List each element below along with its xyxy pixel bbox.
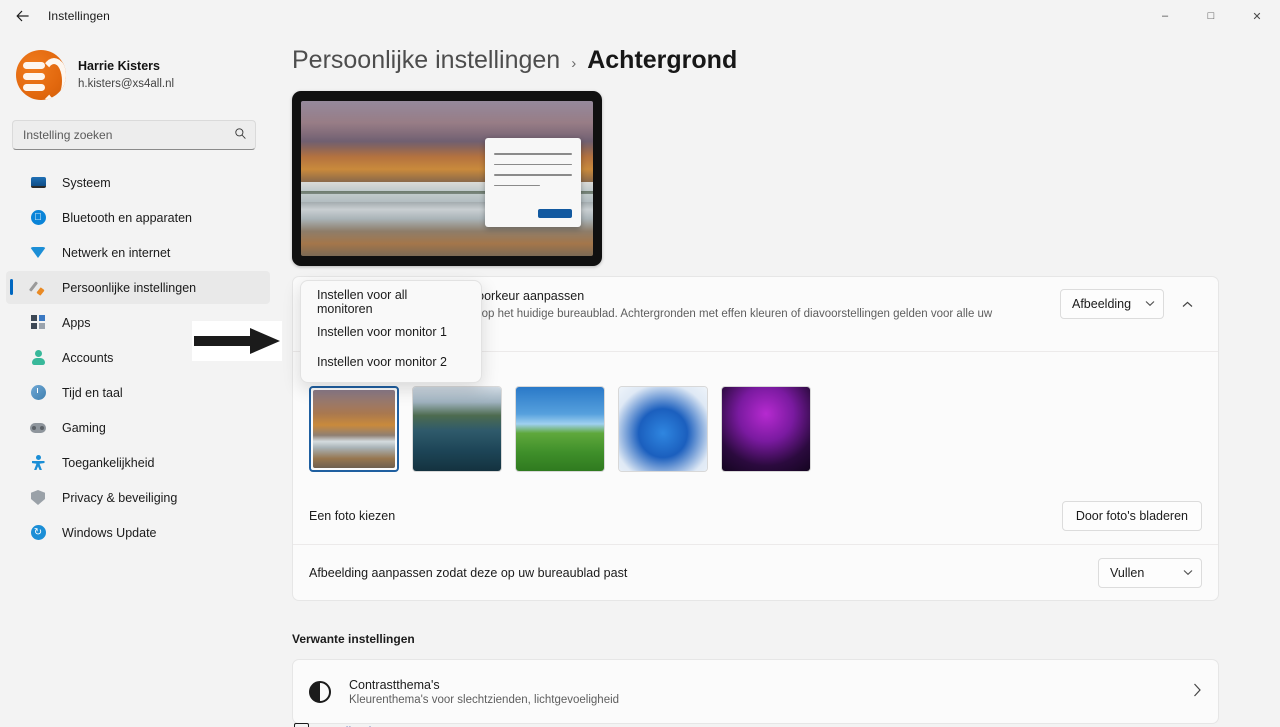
minimize-button[interactable]: –: [1142, 0, 1188, 32]
maximize-button[interactable]: □: [1188, 0, 1234, 32]
breadcrumb-parent[interactable]: Persoonlijke instellingen: [292, 46, 560, 75]
sidebar-item-label: Systeem: [62, 175, 111, 190]
breadcrumb: Persoonlijke instellingen › Achtergrond: [276, 32, 1280, 75]
recent-images-list: [293, 386, 1218, 488]
sidebar-item-privacy-beveiliging[interactable]: Privacy & beveiliging: [6, 481, 270, 514]
close-button[interactable]: ✕: [1234, 0, 1280, 32]
monitor-target-context-menu: Instellen voor all monitoren Instellen v…: [300, 280, 482, 383]
sidebar-item-label: Accounts: [62, 350, 114, 365]
chevron-up-icon: [1182, 301, 1192, 307]
sidebar-item-label: Apps: [62, 315, 91, 330]
chevron-down-icon: [1145, 299, 1155, 309]
sidebar: Harrie Kisters h.kisters@xs4all.nl Syste…: [0, 32, 276, 727]
wallpaper-thumb-windows11-bloom[interactable]: [618, 386, 708, 473]
back-arrow-icon: [16, 10, 29, 22]
shield-icon: [28, 488, 48, 508]
expand-collapse-button[interactable]: [1172, 289, 1202, 319]
wallpaper-thumb-green-hills[interactable]: [515, 386, 605, 473]
sidebar-item-bluetooth[interactable]:  Bluetooth en apparaten: [6, 201, 270, 234]
sidebar-item-label: Privacy & beveiliging: [62, 490, 178, 505]
paintbrush-icon: [28, 278, 48, 298]
page-title: Achtergrond: [587, 46, 738, 74]
wallpaper-thumb-autumn-lake[interactable]: [309, 386, 399, 473]
avatar: [16, 50, 66, 100]
sidebar-item-label: Toegankelijkheid: [62, 455, 155, 470]
image-fit-combobox[interactable]: Vullen: [1098, 557, 1202, 588]
feedback-person-icon: [290, 723, 309, 727]
sidebar-item-gaming[interactable]: Gaming: [6, 411, 270, 444]
preview-dialog-mock: [485, 138, 581, 227]
background-type-combobox[interactable]: Afbeelding: [1060, 289, 1164, 319]
monitor-icon: [28, 173, 48, 193]
contrast-themes-row[interactable]: Contrastthema's Kleurenthema's voor slec…: [292, 659, 1219, 724]
image-fit-value: Vullen: [1110, 565, 1145, 580]
desktop-wallpaper-preview: [292, 91, 602, 266]
menu-item-all-monitors[interactable]: Instellen voor all monitoren: [305, 287, 477, 316]
browse-photos-button[interactable]: Door foto's bladeren: [1061, 501, 1202, 532]
app-title: Instellingen: [48, 9, 110, 23]
contrast-circle-icon: [309, 680, 331, 703]
sidebar-item-persoonlijke-instellingen[interactable]: Persoonlijke instellingen: [6, 271, 270, 304]
title-bar: Instellingen – □ ✕: [0, 0, 1280, 32]
sidebar-item-label: Netwerk en internet: [62, 245, 171, 260]
breadcrumb-separator-icon: ›: [571, 55, 577, 72]
gamepad-icon: [28, 418, 48, 438]
background-type-value: Afbeelding: [1072, 297, 1132, 311]
preview-container: [292, 91, 1280, 266]
menu-item-monitor-1[interactable]: Instellen voor monitor 1: [305, 317, 477, 346]
settings-window: Instellingen – □ ✕ Harrie Kisters h.kist…: [0, 0, 1280, 727]
person-icon: [28, 348, 48, 368]
sidebar-item-tijd-en-taal[interactable]: Tijd en taal: [6, 376, 270, 409]
clock-icon: [28, 383, 48, 403]
sidebar-item-label: Tijd en taal: [62, 385, 123, 400]
image-fit-title: Afbeelding aanpassen zodat deze op uw bu…: [309, 565, 628, 580]
search-icon: [234, 127, 247, 143]
annotation-arrow: [192, 321, 282, 361]
sidebar-item-windows-update[interactable]: ↻ Windows Update: [6, 516, 270, 549]
contrast-themes-title: Contrastthema's: [349, 677, 440, 692]
window-controls: – □ ✕: [1142, 0, 1280, 32]
back-button[interactable]: [6, 1, 40, 31]
menu-item-monitor-2[interactable]: Instellen voor monitor 2: [305, 347, 477, 376]
feedback-area: Feedback geven: [290, 723, 412, 727]
search-input[interactable]: [23, 128, 234, 142]
apps-grid-icon: [28, 313, 48, 333]
chevron-down-icon: [1183, 568, 1193, 578]
search-box[interactable]: [12, 120, 256, 150]
profile-name: Harrie Kisters: [78, 59, 160, 73]
bluetooth-icon: : [28, 208, 48, 228]
contrast-themes-description: Kleurenthema's voor slechtzienden, licht…: [349, 693, 620, 706]
wallpaper-thumb-purple-eclipse[interactable]: [721, 386, 811, 473]
related-settings-label: Verwante instellingen: [292, 632, 415, 646]
choose-photo-row: Een foto kiezen Door foto's bladeren: [293, 488, 1218, 544]
profile-email: h.kisters@xs4all.nl: [78, 77, 175, 90]
sidebar-item-label: Windows Update: [62, 525, 157, 540]
wifi-icon: [28, 243, 48, 263]
sidebar-item-netwerk[interactable]: Netwerk en internet: [6, 236, 270, 269]
sidebar-item-toegankelijkheid[interactable]: Toegankelijkheid: [6, 446, 270, 479]
sidebar-item-label: Gaming: [62, 420, 106, 435]
user-profile[interactable]: Harrie Kisters h.kisters@xs4all.nl: [0, 32, 276, 104]
choose-photo-title: Een foto kiezen: [309, 509, 396, 524]
chevron-right-icon: [1193, 683, 1202, 700]
sidebar-item-systeem[interactable]: Systeem: [6, 166, 270, 199]
pointer-arrow-right-icon: [194, 328, 280, 354]
sidebar-item-label: Bluetooth en apparaten: [62, 210, 192, 225]
accessibility-icon: [28, 453, 48, 473]
sidebar-item-label: Persoonlijke instellingen: [62, 280, 197, 295]
wallpaper-thumb-coastal-cliffs[interactable]: [412, 386, 502, 473]
update-refresh-icon: ↻: [28, 523, 48, 543]
image-fit-row: Afbeelding aanpassen zodat deze op uw bu…: [293, 544, 1218, 600]
